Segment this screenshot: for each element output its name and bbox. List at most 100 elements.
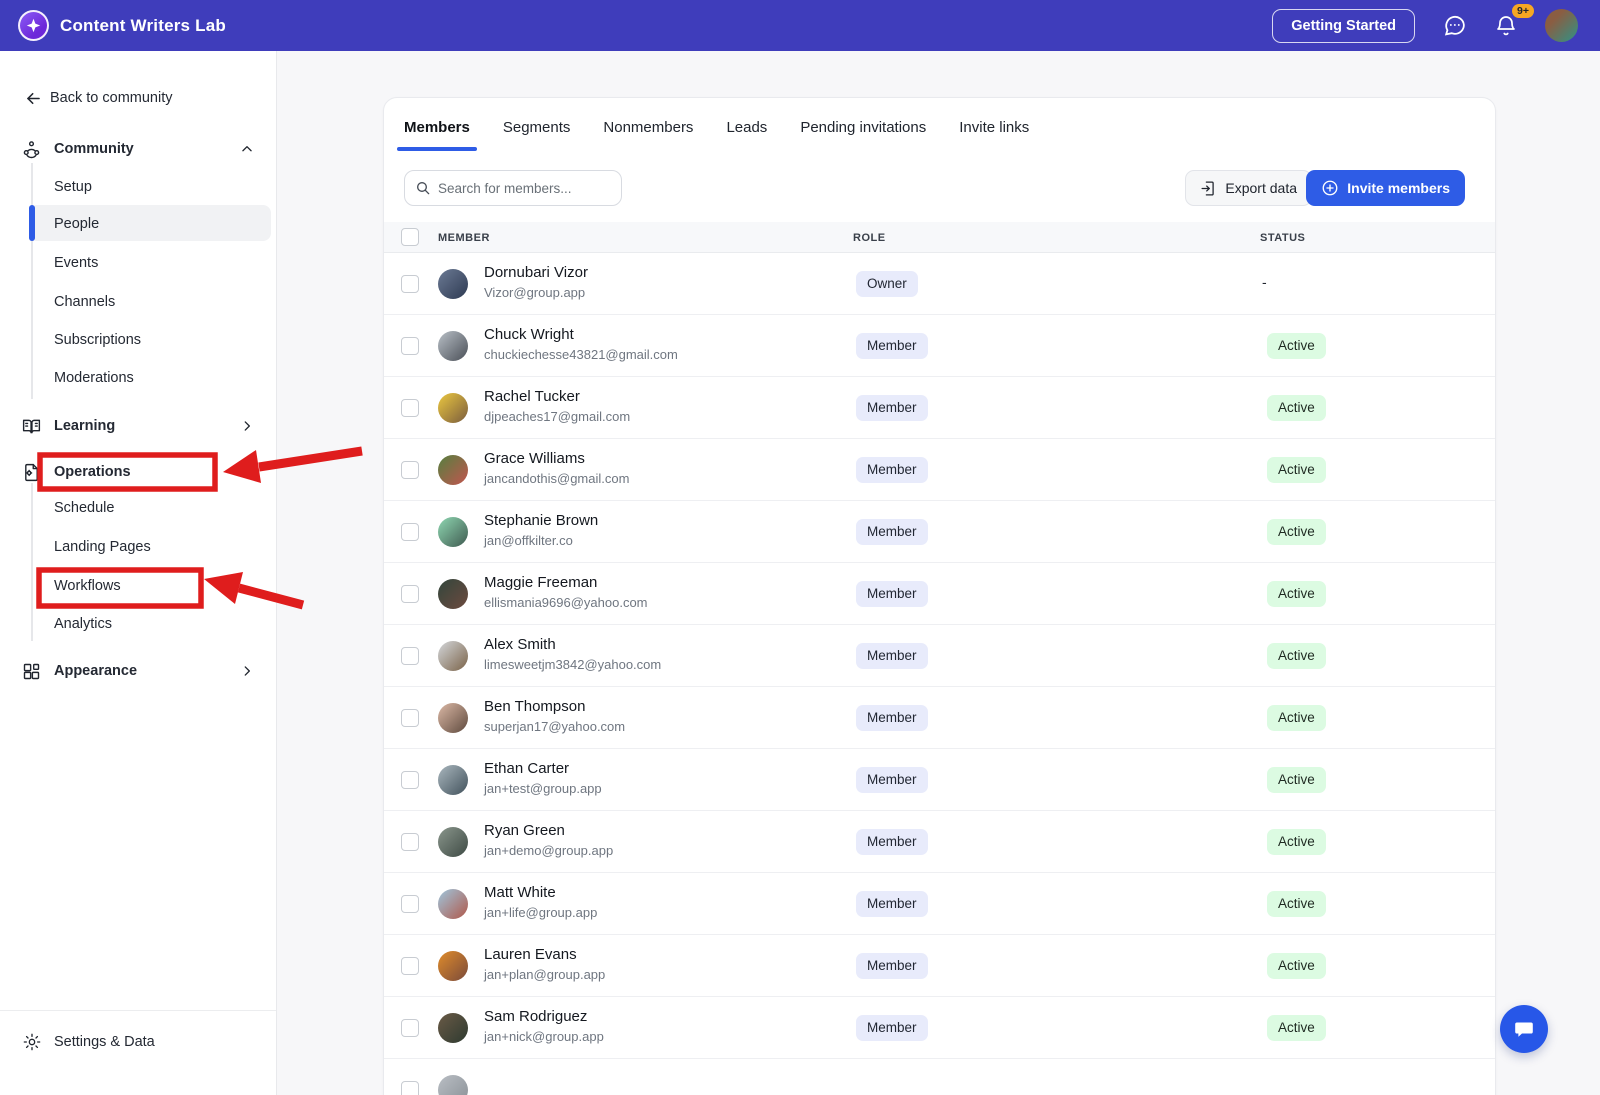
search-members-box[interactable] bbox=[404, 170, 622, 206]
member-email: jan+nick@group.app bbox=[484, 1029, 604, 1044]
getting-started-button[interactable]: Getting Started bbox=[1272, 8, 1415, 43]
status-dash: - bbox=[1262, 274, 1267, 290]
role-chip: Owner bbox=[856, 271, 918, 298]
member-name: Ethan Carter bbox=[484, 760, 570, 777]
role-chip: Member bbox=[856, 705, 928, 732]
search-input[interactable] bbox=[438, 180, 598, 196]
messages-icon[interactable] bbox=[1441, 13, 1467, 39]
table-row: Lauren Evans jan+plan@group.app Member A… bbox=[384, 935, 1495, 997]
member-avatar bbox=[438, 765, 468, 795]
member-name: Stephanie Brown bbox=[484, 512, 599, 529]
row-checkbox[interactable] bbox=[401, 337, 419, 355]
row-checkbox[interactable] bbox=[401, 275, 419, 293]
row-checkbox[interactable] bbox=[401, 833, 419, 851]
sidebar-item-workflows[interactable]: Workflows bbox=[0, 567, 276, 605]
sidebar-section-appearance[interactable]: Appearance bbox=[0, 652, 276, 690]
row-checkbox[interactable] bbox=[401, 771, 419, 789]
chat-widget-button[interactable] bbox=[1500, 1005, 1548, 1053]
row-checkbox[interactable] bbox=[401, 1081, 419, 1095]
row-checkbox[interactable] bbox=[401, 895, 419, 913]
sidebar-item-people[interactable]: People bbox=[0, 205, 276, 243]
row-checkbox[interactable] bbox=[401, 399, 419, 417]
sidebar-item-analytics[interactable]: Analytics bbox=[0, 605, 276, 643]
member-name: Matt White bbox=[484, 884, 556, 901]
column-role: ROLE bbox=[853, 231, 886, 244]
sidebar-section-learning[interactable]: Learning bbox=[0, 407, 276, 445]
member-avatar bbox=[438, 951, 468, 981]
member-rows: Dornubari Vizor Vizor@group.app Owner - … bbox=[384, 253, 1495, 1095]
member-email: ellismania9696@yahoo.com bbox=[484, 595, 648, 610]
member-email: limesweetjm3842@yahoo.com bbox=[484, 657, 662, 672]
table-row: Alex Smith limesweetjm3842@yahoo.com Mem… bbox=[384, 625, 1495, 687]
tab-pending-invitations[interactable]: Pending invitations bbox=[800, 115, 926, 151]
role-chip: Member bbox=[856, 891, 928, 918]
member-email: superjan17@yahoo.com bbox=[484, 719, 626, 734]
select-all-checkbox[interactable] bbox=[401, 228, 419, 246]
row-checkbox[interactable] bbox=[401, 709, 419, 727]
tab-segments[interactable]: Segments bbox=[503, 115, 571, 151]
member-avatar bbox=[438, 331, 468, 361]
member-avatar bbox=[438, 889, 468, 919]
role-chip: Member bbox=[856, 643, 928, 670]
table-row: Ryan Green jan+demo@group.app Member Act… bbox=[384, 811, 1495, 873]
table-row: Ethan Carter jan+test@group.app Member A… bbox=[384, 749, 1495, 811]
table-row: Grace Williams jancandothis@gmail.com Me… bbox=[384, 439, 1495, 501]
member-name: Ryan Green bbox=[484, 822, 565, 839]
tab-invite-links[interactable]: Invite links bbox=[959, 115, 1029, 151]
export-data-button[interactable]: Export data bbox=[1185, 170, 1312, 206]
sidebar-item-landing-pages[interactable]: Landing Pages bbox=[0, 528, 276, 566]
sidebar-item-setup[interactable]: Setup bbox=[0, 168, 276, 206]
notifications-bell-icon[interactable]: 9+ bbox=[1493, 3, 1534, 39]
sidebar-item-events[interactable]: Events bbox=[0, 244, 276, 282]
gear-icon bbox=[21, 1032, 42, 1053]
status-badge: Active bbox=[1267, 519, 1326, 546]
status-badge: Active bbox=[1267, 581, 1326, 608]
main-content-area: Members Segments Nonmembers Leads Pending in… bbox=[277, 51, 1600, 1095]
member-email: jan+life@group.app bbox=[484, 905, 598, 920]
tab-members[interactable]: Members bbox=[397, 115, 477, 151]
table-row: Maggie Freeman ellismania9696@yahoo.com … bbox=[384, 563, 1495, 625]
sidebar-item-settings-data[interactable]: Settings & Data bbox=[0, 1023, 276, 1061]
member-email: jan+test@group.app bbox=[484, 781, 602, 796]
member-email: djpeaches17@gmail.com bbox=[484, 409, 631, 424]
table-row: Matt White jan+life@group.app Member Act… bbox=[384, 873, 1495, 935]
chevron-right-icon bbox=[240, 419, 254, 433]
sidebar-section-community[interactable]: Community bbox=[0, 130, 276, 168]
role-chip: Member bbox=[856, 829, 928, 856]
user-avatar[interactable] bbox=[1545, 9, 1578, 42]
row-checkbox[interactable] bbox=[401, 957, 419, 975]
tab-nonmembers[interactable]: Nonmembers bbox=[603, 115, 693, 151]
member-email: jan@offkilter.co bbox=[484, 533, 573, 548]
member-avatar bbox=[438, 393, 468, 423]
table-row: Chuck Wright chuckiechesse43821@gmail.co… bbox=[384, 315, 1495, 377]
sidebar-item-channels[interactable]: Channels bbox=[0, 283, 276, 321]
sparkle-star-icon bbox=[26, 18, 41, 33]
sidebar-item-subscriptions[interactable]: Subscriptions bbox=[0, 321, 276, 359]
tab-leads[interactable]: Leads bbox=[726, 115, 767, 151]
invite-members-button[interactable]: Invite members bbox=[1306, 170, 1465, 206]
column-member: MEMBER bbox=[438, 231, 490, 244]
member-avatar bbox=[438, 1013, 468, 1043]
row-checkbox[interactable] bbox=[401, 647, 419, 665]
row-checkbox[interactable] bbox=[401, 585, 419, 603]
row-checkbox[interactable] bbox=[401, 461, 419, 479]
member-avatar bbox=[438, 455, 468, 485]
status-badge: Active bbox=[1267, 1015, 1326, 1042]
member-email: jan+plan@group.app bbox=[484, 967, 606, 982]
row-checkbox[interactable] bbox=[401, 1019, 419, 1037]
role-chip: Member bbox=[856, 581, 928, 608]
book-icon bbox=[21, 416, 42, 437]
search-icon bbox=[417, 182, 430, 195]
community-users-icon bbox=[21, 139, 42, 160]
sidebar-item-moderations[interactable]: Moderations bbox=[0, 359, 276, 397]
member-avatar bbox=[438, 703, 468, 733]
table-row: Rachel Tucker djpeaches17@gmail.com Memb… bbox=[384, 377, 1495, 439]
sidebar-item-schedule[interactable]: Schedule bbox=[0, 489, 276, 527]
community-logo[interactable] bbox=[18, 10, 49, 41]
row-checkbox[interactable] bbox=[401, 523, 419, 541]
chevron-right-icon bbox=[240, 664, 254, 678]
back-arrow-icon bbox=[23, 88, 44, 109]
back-to-community-link[interactable]: Back to community bbox=[0, 79, 276, 117]
table-header: MEMBER ROLE STATUS bbox=[384, 222, 1495, 253]
sidebar-section-operations[interactable]: Operations bbox=[0, 453, 276, 491]
